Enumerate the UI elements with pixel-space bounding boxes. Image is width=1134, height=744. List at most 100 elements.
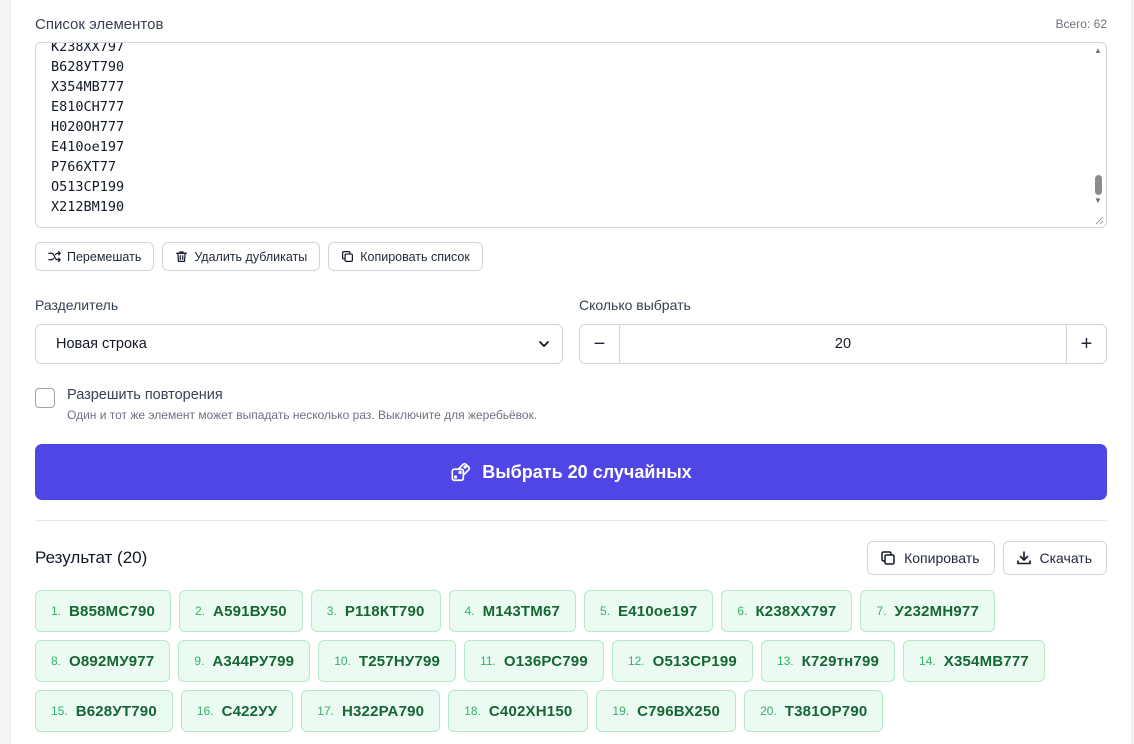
resize-handle-icon[interactable]	[1094, 215, 1104, 225]
copy-list-button[interactable]: Копировать список	[328, 242, 483, 271]
result-value: Х354МВ777	[943, 652, 1029, 670]
copy-list-label: Копировать список	[360, 249, 470, 264]
result-title: Результат (20)	[35, 548, 148, 567]
result-value: О513СР199	[652, 652, 737, 670]
result-chip[interactable]: 7. У232МН977	[860, 590, 995, 632]
result-chip[interactable]: 10. Т257НУ799	[318, 640, 457, 682]
result-index: 17.	[317, 704, 334, 718]
result-value: Р118КТ790	[344, 602, 425, 620]
result-chip[interactable]: 2. А591ВУ50	[179, 590, 303, 632]
result-value: У232МН977	[894, 602, 979, 620]
download-icon	[1016, 551, 1031, 565]
textarea-line: В628УТ790	[51, 59, 125, 75]
textarea-line: Р766ХТ77	[51, 159, 117, 175]
result-chip[interactable]: 9. А344РУ799	[178, 640, 311, 682]
result-index: 7.	[876, 604, 887, 618]
result-value: М143ТМ67	[482, 602, 561, 620]
remove-duplicates-button[interactable]: Удалить дубликаты	[162, 242, 321, 271]
result-value: Е410ое197	[618, 602, 698, 620]
result-value: Т257НУ799	[358, 652, 441, 670]
textarea-line: К238ХХ797	[51, 42, 125, 55]
download-button[interactable]: Скачать	[1002, 541, 1107, 575]
allow-repeats-checkbox[interactable]	[35, 388, 55, 408]
result-chip[interactable]: 14. Х354МВ777	[903, 640, 1045, 682]
result-chip[interactable]: 20. Т381ОР790	[744, 690, 884, 732]
result-index: 12.	[627, 654, 645, 668]
copy-icon	[881, 551, 895, 565]
result-value: О892МУ977	[69, 652, 155, 670]
amount-stepper: − 20 +	[579, 324, 1107, 364]
shuffle-icon	[48, 251, 61, 262]
result-index: 19.	[612, 704, 630, 718]
separator-label: Разделитель	[35, 297, 119, 313]
textarea-line: Х212ВМ190	[51, 199, 125, 215]
result-index: 11.	[480, 654, 496, 668]
result-index: 5.	[600, 604, 611, 618]
result-index: 3.	[326, 604, 337, 618]
amount-label: Сколько выбрать	[579, 297, 691, 313]
result-index: 18.	[464, 704, 481, 718]
chevron-down-icon	[539, 341, 549, 347]
result-chip[interactable]: 1. В858МС790	[35, 590, 172, 632]
scroll-down-icon[interactable]: ▼	[1094, 196, 1102, 205]
remove-duplicates-label: Удалить дубликаты	[194, 249, 308, 264]
items-textarea[interactable]: К238ХХ797 В628УТ790 Х354МВ777 Е810СН777 Н020…	[35, 42, 1107, 228]
download-label: Скачать	[1039, 550, 1093, 566]
result-chip[interactable]: 6. К238ХХ797	[721, 590, 853, 632]
result-value: В858МС790	[69, 602, 156, 620]
trash-icon	[176, 251, 188, 262]
result-list: 1. В858МС790 2. А591ВУ50 3. Р118КТ790 4. М143ТМ…	[35, 590, 1115, 732]
result-chip[interactable]: 4. М143ТМ67	[448, 590, 577, 632]
allow-repeats-label[interactable]: Разрешить повторения	[67, 387, 223, 403]
result-chip[interactable]: 18. С402ХН150	[448, 690, 589, 732]
decrement-button[interactable]: −	[579, 324, 620, 364]
pick-random-label: Выбрать 20 случайных	[482, 461, 692, 482]
randomizer-card: Список элементов Всего: 62 К238ХХ797 В628…	[10, 0, 1132, 744]
result-chip[interactable]: 17. Н322РА790	[301, 690, 441, 732]
amount-input[interactable]: 20	[620, 324, 1066, 364]
result-chip[interactable]: 8. О892МУ977	[35, 640, 171, 682]
section-divider	[35, 520, 1107, 521]
result-value: О136РС799	[503, 652, 588, 670]
result-index: 15.	[51, 704, 68, 718]
result-value: В628УТ790	[75, 702, 157, 720]
result-value: А344РУ799	[212, 652, 295, 670]
dice-icon	[451, 462, 471, 482]
textarea-line: Н020ОН777	[51, 119, 125, 135]
result-value: К729тн799	[801, 652, 880, 670]
copy-result-label: Копировать	[904, 550, 980, 566]
textarea-scrollbar[interactable]: ▲ ▼	[1090, 43, 1106, 227]
result-chip[interactable]: 12. О513СР199	[611, 640, 753, 682]
result-value: А591ВУ50	[213, 602, 287, 620]
total-count: Всего: 62	[1055, 17, 1107, 31]
result-value: С402ХН150	[488, 702, 573, 720]
copy-icon	[342, 251, 354, 262]
copy-result-button[interactable]: Копировать	[867, 541, 995, 575]
result-chip[interactable]: 16. С422УУ	[180, 690, 294, 732]
result-value: С796ВХ250	[637, 702, 721, 720]
textarea-content: К238ХХ797 В628УТ790 Х354МВ777 Е810СН777 Н020…	[51, 42, 125, 217]
result-chip[interactable]: 11. О136РС799	[464, 640, 604, 682]
separator-select[interactable]: Новая строка	[35, 324, 563, 364]
result-value: С422УУ	[221, 702, 278, 720]
shuffle-label: Перемешать	[67, 249, 142, 264]
result-chip[interactable]: 19. С796ВХ250	[596, 690, 737, 732]
result-index: 4.	[464, 604, 475, 618]
scroll-thumb[interactable]	[1095, 175, 1102, 195]
result-chip[interactable]: 5. Е410ое197	[584, 590, 714, 632]
shuffle-button[interactable]: Перемешать	[35, 242, 155, 271]
pick-random-button[interactable]: Выбрать 20 случайных	[35, 444, 1107, 500]
result-index: 16.	[196, 704, 214, 718]
list-tools: Перемешать Удалить дубликаты Копировать …	[35, 242, 483, 271]
result-index: 2.	[195, 604, 206, 618]
increment-button[interactable]: +	[1066, 324, 1107, 364]
scroll-up-icon[interactable]: ▲	[1094, 46, 1102, 55]
list-header: Список элементов Всего: 62	[35, 14, 1107, 34]
result-index: 1.	[51, 604, 62, 618]
result-index: 8.	[51, 654, 62, 668]
result-chip[interactable]: 13. К729тн799	[760, 640, 896, 682]
result-index: 6.	[737, 604, 748, 618]
result-chip[interactable]: 3. Р118КТ790	[310, 590, 441, 632]
textarea-line: Е410ое197	[51, 139, 125, 155]
result-chip[interactable]: 15. В628УТ790	[35, 690, 173, 732]
